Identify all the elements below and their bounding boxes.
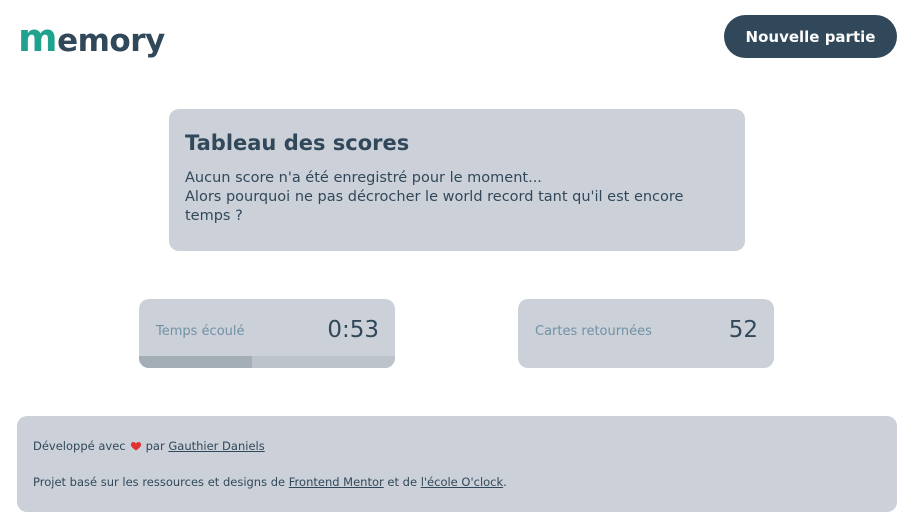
flipped-cards-label: Cartes retournées bbox=[535, 324, 652, 339]
footer-project-info: Projet basé sur les ressources et design… bbox=[33, 474, 881, 490]
footer-period: . bbox=[503, 475, 507, 489]
footer-made-with: Développé avec bbox=[33, 439, 126, 453]
footer-credits: Développé avec par Gauthier Daniels bbox=[33, 438, 881, 454]
scoreboard-title: Tableau des scores bbox=[185, 131, 410, 155]
new-game-button[interactable]: Nouvelle partie bbox=[724, 15, 897, 58]
elapsed-time-value: 0:53 bbox=[327, 317, 379, 343]
flipped-cards-value: 52 bbox=[728, 317, 758, 343]
logo: memory bbox=[18, 18, 165, 61]
flipped-cards-card: Cartes retournées 52 bbox=[518, 299, 774, 368]
logo-initial: m bbox=[18, 16, 58, 60]
oclock-link[interactable]: l'école O'clock bbox=[421, 475, 503, 489]
scoreboard-message-line2: Alors pourquoi ne pas décrocher le world… bbox=[185, 189, 684, 224]
footer: Développé avec par Gauthier Daniels Proje… bbox=[17, 416, 897, 512]
footer-by: par bbox=[145, 439, 165, 453]
scoreboard-panel: Tableau des scores Aucun score n'a été e… bbox=[169, 109, 745, 251]
footer-based-on: Projet basé sur les ressources et design… bbox=[33, 475, 286, 489]
heart-icon bbox=[130, 442, 141, 451]
frontend-mentor-link[interactable]: Frontend Mentor bbox=[289, 475, 384, 489]
author-link[interactable]: Gauthier Daniels bbox=[168, 439, 264, 453]
scoreboard-message-line1: Aucun score n'a été enregistré pour le m… bbox=[185, 170, 542, 186]
footer-and: et de bbox=[387, 475, 418, 489]
time-progress-bar bbox=[139, 356, 395, 368]
logo-rest: emory bbox=[57, 23, 165, 59]
elapsed-time-label: Temps écoulé bbox=[156, 324, 245, 339]
elapsed-time-card: Temps écoulé 0:53 bbox=[139, 299, 395, 368]
header: memory Nouvelle partie bbox=[0, 0, 912, 80]
time-progress-fill bbox=[139, 356, 252, 368]
